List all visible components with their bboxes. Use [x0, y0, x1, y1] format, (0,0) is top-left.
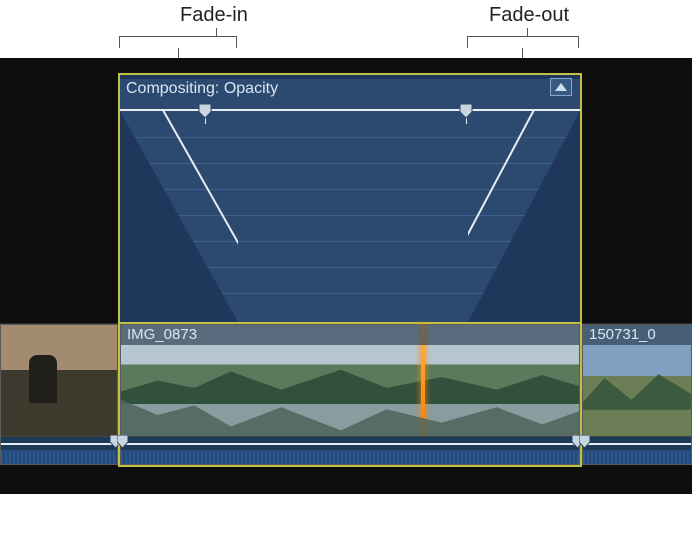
clip-name-label: IMG_0873: [121, 325, 579, 345]
fade-in-curve: [120, 111, 238, 322]
audio-waveform: [1, 450, 117, 464]
animation-menu-icon[interactable]: [550, 78, 572, 96]
animation-title: Compositing: Opacity: [126, 80, 278, 98]
animation-header: Compositing: Opacity: [120, 75, 580, 103]
callout-leader-line: [527, 28, 528, 36]
audio-level-line[interactable]: [121, 443, 579, 445]
callout-fade-out: Fade-out: [489, 4, 569, 27]
audio-level-line[interactable]: [583, 443, 691, 445]
fade-out-handle-icon[interactable]: [459, 103, 473, 119]
video-animation-editor[interactable]: Compositing: Opacity: [120, 75, 580, 322]
timeline-clip-right-neighbor[interactable]: 150731_0: [582, 324, 692, 465]
callout-fade-in: Fade-in: [180, 4, 248, 27]
audio-fade-in-handle-icon[interactable]: [117, 435, 128, 448]
clip-thumbnail: [1, 325, 117, 438]
timeline-clip-selected[interactable]: IMG_0873: [120, 324, 580, 465]
fade-out-curve: [468, 111, 580, 322]
audio-fade-handle-icon[interactable]: [579, 435, 590, 448]
bracket-fade-in: [119, 36, 237, 48]
clip-audio-lane[interactable]: [583, 436, 691, 464]
timeline-clip-left-neighbor[interactable]: [0, 324, 118, 465]
animation-body[interactable]: [120, 103, 580, 322]
callout-labels: Fade-in Fade-out: [0, 4, 692, 62]
fade-in-handle-icon[interactable]: [198, 103, 212, 119]
audio-waveform: [121, 450, 579, 464]
page-background: [0, 494, 692, 548]
callout-leader-line: [216, 28, 217, 36]
clip-audio-lane[interactable]: [1, 436, 117, 464]
clip-audio-lane[interactable]: [121, 436, 579, 464]
audio-level-line[interactable]: [1, 443, 117, 445]
clip-name-label: 150731_0: [583, 325, 691, 345]
bracket-fade-out: [467, 36, 579, 48]
audio-waveform: [583, 450, 691, 464]
opacity-level-line[interactable]: [120, 109, 580, 111]
